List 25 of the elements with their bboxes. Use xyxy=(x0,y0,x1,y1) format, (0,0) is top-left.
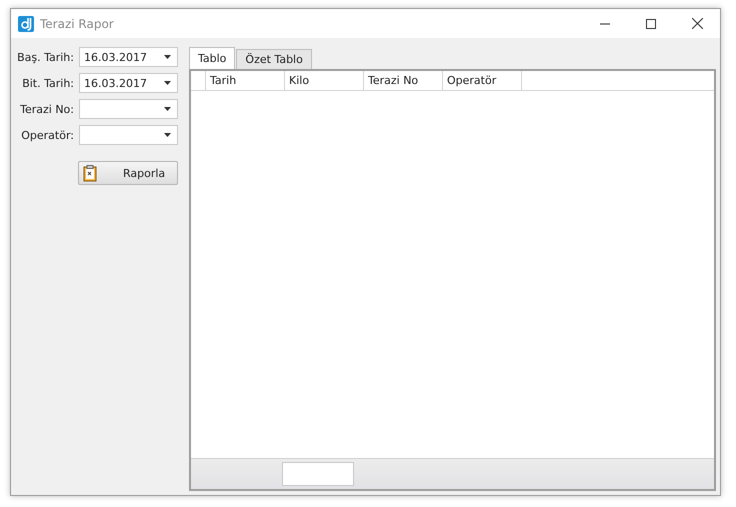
window-title: Terazi Rapor xyxy=(40,16,114,30)
close-icon xyxy=(692,18,702,29)
dropdown-field[interactable] xyxy=(79,125,178,145)
tab[interactable]: Özet Tablo xyxy=(236,49,312,69)
column-header[interactable]: Tarih xyxy=(206,71,285,90)
app-logo-icon xyxy=(18,16,34,32)
input-field[interactable] xyxy=(282,462,354,486)
dropdown-arrow-icon xyxy=(164,133,171,137)
field-label: Baş. Tarih: xyxy=(17,50,74,64)
dropdown-field[interactable]: 16.03.2017 xyxy=(79,73,178,93)
maximize-icon xyxy=(646,18,656,28)
dropdown-field[interactable]: 16.03.2017 xyxy=(79,47,178,67)
field-label: Bit. Tarih: xyxy=(22,76,74,90)
column-header[interactable]: Operatör xyxy=(443,71,522,90)
clipboard-icon xyxy=(83,164,97,182)
column-header[interactable]: Kilo xyxy=(285,71,364,90)
column-header[interactable]: Terazi No xyxy=(364,71,443,90)
field-label: Operatör: xyxy=(21,128,74,142)
dropdown-arrow-icon xyxy=(164,81,171,85)
tab[interactable]: Tablo xyxy=(189,47,236,69)
dropdown-arrow-icon xyxy=(164,107,171,111)
dropdown-arrow-icon xyxy=(164,55,171,59)
dropdown-field[interactable] xyxy=(79,99,178,119)
field-label: Terazi No: xyxy=(20,102,74,116)
report-button[interactable]: Raporla xyxy=(78,161,178,185)
